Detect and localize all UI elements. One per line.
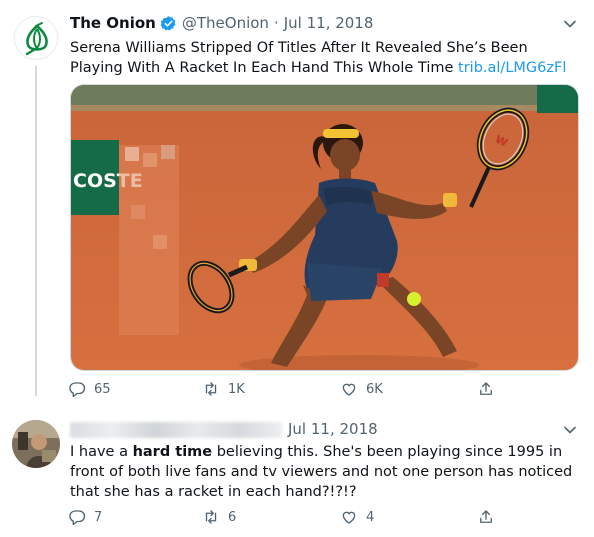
like-count: 6K [366,381,383,397]
share-button[interactable] [477,508,495,526]
reply-text-bold: hard time [132,444,213,460]
like-icon [342,511,356,524]
separator-dot: · [273,14,279,32]
retweet-icon [205,382,217,396]
like-icon [342,383,356,396]
chevron-down-icon[interactable] [562,16,578,32]
tennis-photo: COSTE w [71,85,578,370]
retweet-button[interactable]: 1K [202,380,245,398]
onion-avatar[interactable] [14,16,58,60]
share-icon [480,382,492,395]
onion-tweet[interactable]: The Onion @TheOnion · Jul 11, 2018 Seren… [0,0,594,412]
onion-logo-icon [25,22,48,56]
tweet-header: The Onion @TheOnion · Jul 11, 2018 [70,12,373,34]
tweet-link[interactable]: trib.al/LMG6zFl [458,60,566,76]
author-handle[interactable]: @TheOnion [182,14,269,32]
retweet-count: 6 [228,509,237,525]
tweet-date[interactable]: Jul 11, 2018 [284,14,374,32]
chevron-down-icon[interactable] [562,422,578,438]
verified-badge-icon [160,15,176,31]
reply-count: 65 [94,381,111,397]
user-photo [12,420,60,468]
reply-icon [69,382,86,398]
reply-button[interactable]: 65 [68,380,111,398]
reply-date[interactable]: Jul 11, 2018 [288,420,378,438]
reply-tweet[interactable]: Jul 11, 2018 I have a hard time believin… [0,412,594,537]
thread-line [35,66,37,396]
reply-icon [69,510,86,526]
like-count: 4 [366,509,375,525]
share-icon [480,510,492,523]
author-name[interactable]: The Onion [70,14,156,32]
share-button[interactable] [477,380,495,398]
reply-button[interactable]: 7 [68,508,102,526]
like-button[interactable]: 6K [340,380,383,398]
reply-actions: 7 6 4 [68,506,528,528]
tweet-text: Serena Williams Stripped Of Titles After… [70,38,570,78]
reply-text-start: I have a [70,444,133,460]
like-button[interactable]: 4 [340,508,374,526]
tweet-actions: 65 1K 6K [68,378,528,400]
retweet-icon [205,510,217,524]
reply-text: I have a hard time believing this. She's… [70,442,580,502]
reply-count: 7 [94,509,103,525]
reply-avatar[interactable] [12,420,60,468]
retweet-count: 1K [228,381,245,397]
blurred-username [70,422,282,438]
retweet-button[interactable]: 6 [202,508,236,526]
pixelated-region [119,145,179,335]
tweet-photo[interactable]: COSTE w [70,84,579,371]
